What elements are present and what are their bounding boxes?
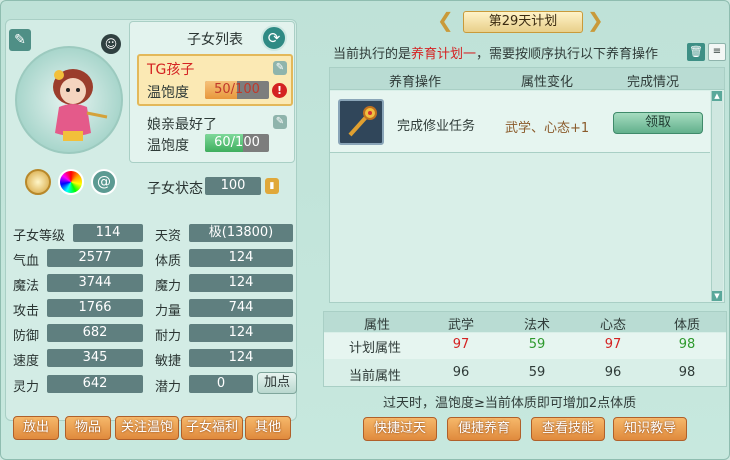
plan-description: 当前执行的是养育计划一，需要按顺序执行以下养育操作 [333,43,658,62]
stat-value: 642 [47,375,143,393]
stat-value: 2577 [47,249,143,267]
lock-icon[interactable]: ▮ [265,178,279,194]
stat-label: 子女等级 [13,229,66,244]
plan-name: 养育计划一 [411,47,477,62]
knowledge-teach-button[interactable]: 知识教导 [613,417,687,441]
plan-desc-suffix: ，需要按顺序执行以下养育操作 [476,47,659,62]
stat-label: 体质 [155,254,182,269]
stat-label: 防御 [13,329,40,344]
child-name[interactable]: 娘亲最好了 [147,114,217,134]
attr-row-label: 计划属性 [348,341,401,356]
attr-row-label: 当前属性 [348,369,401,384]
stat-value: 114 [73,224,143,242]
warning-icon: ! [272,83,287,98]
child-status-label: 子女状态 [147,181,203,197]
stat-value: 0 [189,375,253,393]
release-button[interactable]: 放出 [13,416,59,440]
child-list-title: 子女列表 [187,32,243,48]
stat-value: 极(13800) [189,224,293,242]
task-header-cell: 完成情况 [626,75,679,90]
stat-label: 气血 [13,254,40,269]
attr-value: 98 [678,365,696,380]
satiety-value: 60/100 [214,135,260,150]
attr-header-cell: 属性 [363,318,390,333]
person-icon[interactable]: ☺ [101,34,121,54]
satiety-value: 50/100 [214,82,260,97]
rainbow-icon[interactable] [58,169,84,195]
child-portrait [53,69,108,141]
attr-value: 97 [604,337,622,352]
task-scrollbar[interactable] [711,91,723,301]
add-point-button[interactable]: 加点 [257,372,297,394]
stat-label: 力量 [155,304,182,319]
day-title: 第29天计划 [463,11,583,33]
stat-label: 敏捷 [155,354,182,369]
gold-ring-icon[interactable] [25,169,51,195]
stat-label: 潜力 [155,380,182,395]
plan-desc-prefix: 当前执行的是 [333,47,412,62]
refresh-icon[interactable]: ⟳ [261,25,287,51]
stat-label: 攻击 [13,304,40,319]
stat-label: 天资 [155,229,182,244]
attr-value: 59 [528,337,546,352]
stat-label: 魔法 [13,279,40,294]
watch-satiety-button[interactable]: 关注温饱 [115,416,179,440]
stat-value: 124 [189,349,293,367]
notes-icon[interactable]: ≡ [708,43,726,61]
child-name: TG孩子 [147,62,195,78]
child-welfare-button[interactable]: 子女福利 [181,416,243,440]
task-header-cell: 养育操作 [388,75,441,90]
quick-skip-day-button[interactable]: 快捷过天 [363,417,437,441]
claim-button[interactable]: 领取 [613,112,703,134]
stat-value: 124 [189,249,293,267]
next-day-arrow-icon[interactable]: ❯ [587,9,609,31]
attr-header-cell: 体质 [673,318,700,333]
stat-value: 744 [189,299,293,317]
task-header-cell: 属性变化 [520,75,573,90]
stat-value: 124 [189,324,293,342]
items-button[interactable]: 物品 [65,416,111,440]
satiety-label: 温饱度 [147,138,189,154]
attr-note: 过天时，温饱度≥当前体质即可增加2点体质 [383,396,637,411]
view-skills-button[interactable]: 查看技能 [531,417,605,441]
stat-value: 682 [47,324,143,342]
attr-value: 97 [452,337,470,352]
child-status-value: 100 [205,177,261,195]
stat-label: 魔力 [155,279,182,294]
attr-header-cell: 武学 [447,318,474,333]
task-change: 武学、心态+1 [505,121,590,136]
delete-icon[interactable]: 🗑 [687,43,705,61]
attr-header-cell: 法术 [523,318,550,333]
edit-name-icon[interactable]: ✎ [273,115,287,129]
edit-name-icon[interactable]: ✎ [273,61,287,75]
stat-value: 1766 [47,299,143,317]
attr-value: 96 [604,365,622,380]
edit-icon[interactable]: ✎ [9,29,31,51]
easy-raise-button[interactable]: 便捷养育 [447,417,521,441]
stat-label: 耐力 [155,329,182,344]
stat-label: 灵力 [13,380,40,395]
stat-value: 124 [189,274,293,292]
scroll-down-icon[interactable]: ▼ [712,291,722,301]
attr-header-cell: 心态 [599,318,626,333]
other-button[interactable]: 其他 [245,416,291,440]
attr-value: 96 [452,365,470,380]
spiral-icon[interactable]: @ [91,169,117,195]
prev-day-arrow-icon[interactable]: ❮ [437,9,459,31]
stat-value: 345 [47,349,143,367]
stat-label: 速度 [13,354,40,369]
scroll-up-icon[interactable]: ▲ [712,91,722,101]
scepter-icon [338,99,384,145]
task-name: 完成修业任务 [397,119,476,134]
stat-value: 3744 [47,274,143,292]
attr-value: 98 [678,337,696,352]
satiety-label: 温饱度 [147,85,189,101]
child-management-window: ✎ ☺ @ 子女列表 ⟳ TG孩子 ✎ 温饱度 50/100 ! 娘亲最好了 ✎… [0,0,730,460]
attr-value: 59 [528,365,546,380]
